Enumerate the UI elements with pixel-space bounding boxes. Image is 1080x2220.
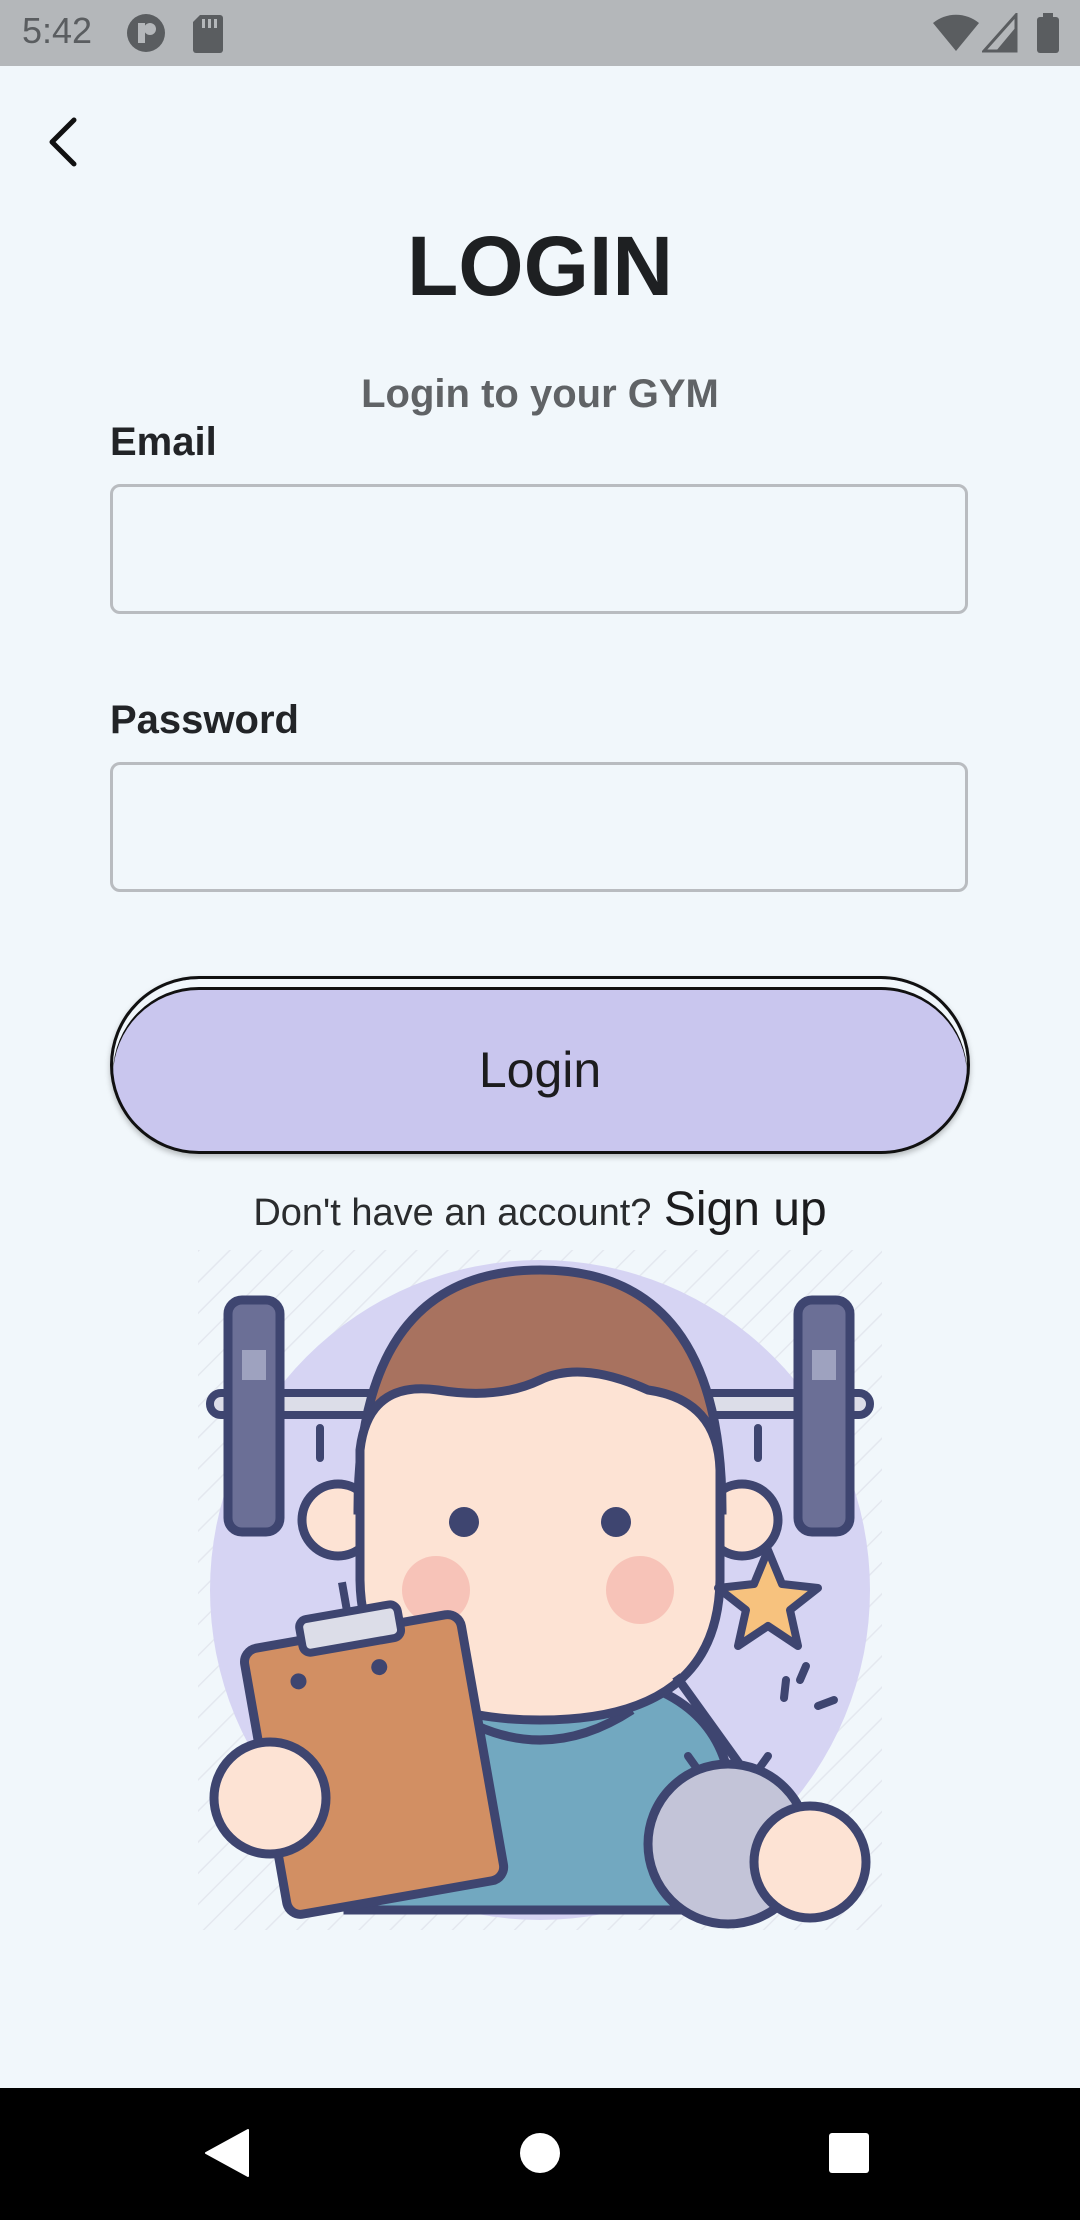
- signup-link[interactable]: Sign up: [664, 1183, 827, 1236]
- password-label: Password: [110, 698, 299, 742]
- email-field[interactable]: [110, 484, 968, 614]
- nav-recents-icon[interactable]: [828, 2132, 870, 2174]
- battery-icon: [1036, 13, 1060, 58]
- back-button[interactable]: [40, 112, 92, 172]
- arrow-back-icon: [49, 117, 77, 167]
- page-subtitle: Login to your GYM: [361, 372, 719, 416]
- email-label: Email: [110, 420, 217, 464]
- status-time: 5:42: [22, 10, 93, 51]
- gym-trainer-illustration: [198, 1250, 882, 1930]
- page-title: LOGIN: [407, 219, 673, 313]
- nav-home-icon[interactable]: [519, 2132, 561, 2174]
- password-field[interactable]: [110, 762, 968, 892]
- wifi-icon: [932, 13, 980, 58]
- login-button[interactable]: Login: [110, 976, 970, 1154]
- signal-icon: [980, 11, 1018, 58]
- status-bar: 5:42: [0, 0, 1080, 66]
- signup-prompt: Don't have an account?: [253, 1192, 652, 1234]
- sd-card-icon: [192, 13, 224, 58]
- nav-back-icon[interactable]: [204, 2128, 250, 2178]
- navigation-bar: [0, 2088, 1080, 2220]
- signup-row: Don't have an account? Sign up: [0, 1182, 1080, 1237]
- record-icon: [126, 13, 166, 58]
